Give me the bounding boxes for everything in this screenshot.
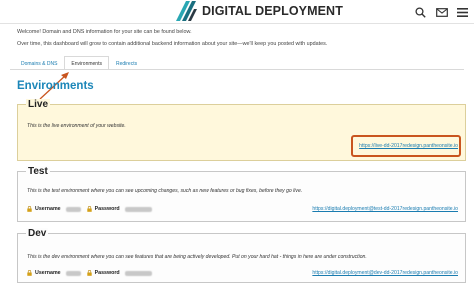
live-environment-panel: Live This is the live environment of you…: [17, 99, 466, 161]
test-environment-panel: Test This is the test environment where …: [17, 166, 466, 222]
mail-icon[interactable]: [432, 3, 451, 22]
username-label: Username: [35, 206, 61, 212]
tab-divider: [10, 69, 464, 70]
page-title: Environments: [17, 80, 94, 92]
intro-text-1: Welcome! Domain and DNS information for …: [17, 29, 192, 35]
username-label: Username: [35, 270, 61, 276]
dev-credentials: Username Password: [27, 270, 158, 276]
dev-environment-title: Dev: [26, 228, 49, 239]
header-icons: [411, 0, 474, 24]
lock-icon: [86, 206, 92, 212]
tab-bar: Domains & DNS Environments Redirects: [14, 56, 144, 70]
username-value-redacted: [65, 206, 81, 212]
brand-name: DIGITAL DEPLOYMENT: [202, 4, 343, 18]
password-value-redacted: [124, 270, 152, 276]
intro-text-2: Over time, this dashboard will grow to c…: [17, 41, 328, 47]
test-environment-title: Test: [26, 166, 50, 177]
brand-logo[interactable]: DIGITAL DEPLOYMENT: [176, 1, 343, 21]
test-credentials: Username Password: [27, 206, 158, 212]
lock-icon: [27, 270, 32, 276]
search-icon[interactable]: [411, 3, 430, 22]
live-environment-title: Live: [26, 99, 51, 110]
dev-environment-description: This is the dev environment where you ca…: [27, 254, 367, 260]
tab-domains-dns[interactable]: Domains & DNS: [14, 56, 64, 70]
logo-mark-icon: [176, 1, 197, 21]
live-environment-description: This is the live environment of your web…: [27, 123, 126, 129]
lock-icon: [27, 206, 32, 212]
password-label: Password: [94, 270, 120, 276]
test-environment-link[interactable]: https://digital.deployment@test-dd-2017r…: [312, 206, 458, 212]
test-environment-description: This is the test environment where you c…: [27, 188, 303, 194]
password-label: Password: [94, 206, 120, 212]
username-value-redacted: [65, 270, 81, 276]
live-environment-link[interactable]: https://live-dd-2017redesign.pantheonsit…: [359, 143, 458, 149]
lock-icon: [86, 270, 92, 276]
menu-icon[interactable]: [453, 3, 472, 22]
password-value-redacted: [124, 206, 152, 212]
dev-environment-link[interactable]: https://digital.deployment@dev-dd-2017re…: [312, 270, 458, 276]
top-bar: DIGITAL DEPLOYMENT: [0, 0, 474, 24]
tab-environments[interactable]: Environments: [64, 56, 109, 70]
tab-redirects[interactable]: Redirects: [109, 56, 144, 70]
dev-environment-panel: Dev This is the dev environment where yo…: [17, 228, 466, 283]
